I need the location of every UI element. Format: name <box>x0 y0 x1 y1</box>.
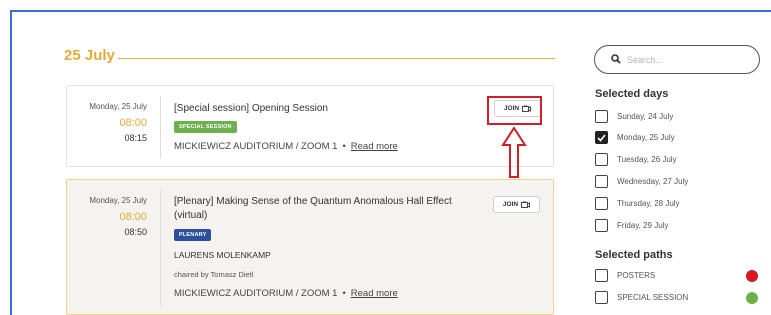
session-badge: SPECIAL SESSION <box>174 121 237 133</box>
location-text: MICKIEWICZ AUDITORIUM / ZOOM 1 <box>174 141 338 152</box>
window-frame-top <box>10 10 771 12</box>
date-divider <box>118 58 555 59</box>
read-more-link[interactable]: Read more <box>351 288 398 299</box>
filter-label: Tuesday, 26 July <box>617 155 677 164</box>
checkbox[interactable] <box>595 110 608 123</box>
session-card-opening: Monday, 25 July 08:00 08:15 [Special ses… <box>66 85 554 167</box>
checkbox[interactable] <box>595 131 608 144</box>
day-filter-item[interactable]: Monday, 25 July <box>595 131 675 144</box>
window-frame-left <box>10 10 12 315</box>
video-icon <box>521 201 531 208</box>
session-day: Monday, 25 July <box>89 196 147 205</box>
filter-label: Sunday, 24 July <box>617 112 674 121</box>
search-input[interactable] <box>627 54 737 65</box>
day-filter-item[interactable]: Friday, 29 July <box>595 219 668 232</box>
selected-paths-heading: Selected paths <box>595 249 673 261</box>
session-end-time: 08:15 <box>124 133 147 143</box>
filter-label: Friday, 29 July <box>617 221 669 230</box>
join-button[interactable]: JOIN <box>493 196 540 213</box>
filter-label: Thursday, 28 July <box>617 199 680 208</box>
session-chair: chaired by Tomasz Dietl <box>174 270 254 279</box>
day-filter-item[interactable]: Thursday, 28 July <box>595 197 680 210</box>
day-filter-item[interactable]: Sunday, 24 July <box>595 110 673 123</box>
path-filter-item[interactable]: POSTERS <box>595 269 655 282</box>
location-separator: • <box>342 288 346 299</box>
filter-label: SPECIAL SESSION <box>617 293 689 302</box>
checkbox[interactable] <box>595 269 608 282</box>
filter-label: POSTERS <box>617 271 656 280</box>
checkbox[interactable] <box>595 291 608 304</box>
day-filter-item[interactable]: Wednesday, 27 July <box>595 175 688 188</box>
up-arrow-icon <box>501 126 527 184</box>
session-badge: PLENARY <box>174 229 212 241</box>
session-speaker: LAURENS MOLENKAMP <box>174 250 271 260</box>
selected-days-heading: Selected days <box>595 88 669 100</box>
day-filter-item[interactable]: Tuesday, 26 July <box>595 153 677 166</box>
path-filter-item[interactable]: SPECIAL SESSION <box>595 291 688 304</box>
filter-label: Monday, 25 July <box>617 133 675 142</box>
session-location: MICKIEWICZ AUDITORIUM / ZOOM 1 • Read more <box>174 141 398 152</box>
session-start-time: 08:00 <box>119 117 147 129</box>
join-label: JOIN <box>502 201 519 208</box>
filter-label: Wednesday, 27 July <box>617 177 689 186</box>
session-card-plenary: Monday, 25 July 08:00 08:50 [Plenary] Ma… <box>66 179 554 315</box>
checkbox[interactable] <box>595 197 608 210</box>
read-more-link[interactable]: Read more <box>351 141 398 152</box>
location-separator: • <box>342 141 346 152</box>
search-box[interactable] <box>594 45 760 74</box>
session-title: [Plenary] Making Sense of the Quantum An… <box>174 196 452 221</box>
card-divider <box>160 190 161 306</box>
checkbox[interactable] <box>595 219 608 232</box>
location-text: MICKIEWICZ AUDITORIUM / ZOOM 1 <box>174 288 338 299</box>
path-color-dot <box>746 292 758 304</box>
card-divider <box>160 96 161 158</box>
checkmark-icon <box>597 133 606 142</box>
checkbox[interactable] <box>595 175 608 188</box>
search-icon <box>611 51 627 69</box>
path-color-dot <box>746 270 758 282</box>
session-location: MICKIEWICZ AUDITORIUM / ZOOM 1 • Read more <box>174 288 398 299</box>
session-day: Monday, 25 July <box>89 102 147 111</box>
session-title: [Special session] Opening Session <box>174 103 328 114</box>
session-end-time: 08:50 <box>124 227 147 237</box>
annotation-highlight-box <box>487 96 542 125</box>
session-start-time: 08:00 <box>119 211 147 223</box>
checkbox[interactable] <box>595 153 608 166</box>
date-heading: 25 July <box>64 47 115 64</box>
